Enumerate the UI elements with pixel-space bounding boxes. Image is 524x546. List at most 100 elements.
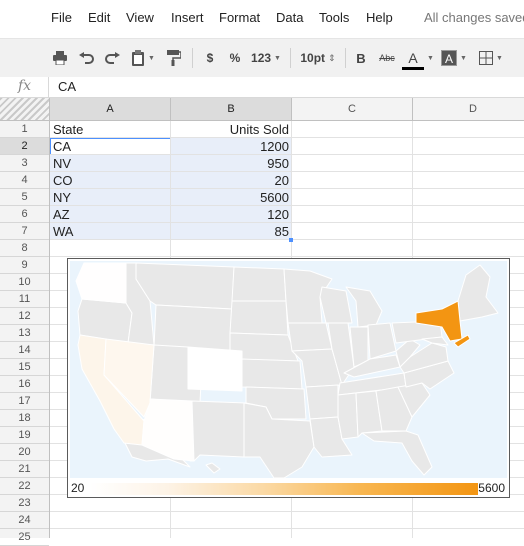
select-all-corner[interactable] (0, 98, 50, 120)
menu-help[interactable]: Help (366, 10, 393, 25)
strikethrough-button[interactable]: Abc (376, 49, 398, 67)
cell-b5[interactable]: 5600 (171, 189, 292, 206)
cell-b7[interactable]: 85 (171, 223, 292, 240)
borders-icon[interactable]: ▼ (476, 49, 506, 67)
cell-a4[interactable]: CO (50, 172, 171, 189)
row-header-6[interactable]: 6 (0, 206, 49, 223)
row-header-16[interactable]: 16 (0, 376, 49, 393)
row-header-18[interactable]: 18 (0, 410, 49, 427)
state-fl (361, 430, 433, 476)
paste-icon[interactable]: ▼ (128, 49, 158, 67)
row-header-3[interactable]: 3 (0, 155, 49, 172)
state-mt (135, 262, 235, 310)
legend-min-label: 20 (71, 481, 85, 495)
menu-file[interactable]: File (51, 10, 72, 25)
state-nd (231, 266, 287, 302)
state-ms (337, 392, 359, 440)
save-status: All changes saved (424, 10, 524, 25)
state-ks (241, 358, 303, 390)
text-color-swatch (402, 67, 425, 70)
state-new-england (457, 264, 499, 322)
row-header-14[interactable]: 14 (0, 342, 49, 359)
row-header-21[interactable]: 21 (0, 461, 49, 478)
font-size-select[interactable]: 10pt ⇕ (298, 49, 338, 67)
currency-button[interactable]: $ (203, 49, 217, 67)
menu-tools[interactable]: Tools (319, 10, 349, 25)
state-ar (305, 384, 339, 420)
row-headers: 1 2 3 4 5 6 7 8 9 10 11 12 13 14 15 16 17 18 19 20 21 22 23 24 2… (0, 121, 50, 546)
cell-b6[interactable]: 120 (171, 206, 292, 223)
row-header-12[interactable]: 12 (0, 308, 49, 325)
state-oh (367, 322, 397, 360)
row-header-7[interactable]: 7 (0, 223, 49, 240)
column-header-a[interactable]: A (50, 98, 171, 120)
menu-bar: File Edit View Insert Format Data Tools … (0, 0, 524, 38)
legend-max-label: 5600 (478, 481, 505, 495)
row-header-4[interactable]: 4 (0, 172, 49, 189)
column-header-b[interactable]: B (171, 98, 292, 120)
cell-a5[interactable]: NY (50, 189, 171, 206)
state-co (187, 346, 243, 392)
text-color-button[interactable]: A ▼ (402, 49, 434, 70)
formula-input[interactable]: CA (58, 79, 76, 94)
highlight-color-button[interactable]: A ▼ (438, 49, 470, 67)
text-color-letter: A (408, 50, 418, 66)
redo-icon[interactable] (103, 49, 121, 67)
state-nm (189, 400, 247, 462)
menu-data[interactable]: Data (276, 10, 303, 25)
paint-format-icon[interactable] (165, 49, 183, 67)
row-header-9[interactable]: 9 (0, 257, 49, 274)
print-icon[interactable] (51, 49, 69, 67)
state-wy (153, 304, 233, 352)
row-header-10[interactable]: 10 (0, 274, 49, 291)
usa-map-svg (75, 262, 499, 478)
document-title-fragment (60, 0, 190, 3)
percent-button[interactable]: % (228, 49, 242, 67)
state-sd (229, 300, 289, 336)
row-header-20[interactable]: 20 (0, 444, 49, 461)
fx-icon: fx (18, 78, 32, 94)
toolbar: ▼ $ % 123 ▼ 10pt ⇕ B Abc A ▼ A ▼ ▼ (0, 38, 524, 78)
cell-a6[interactable]: AZ (50, 206, 171, 223)
color-legend: 20 5600 (70, 480, 507, 496)
column-header-d[interactable]: D (413, 98, 524, 120)
cell-a3[interactable]: NV (50, 155, 171, 172)
menu-format[interactable]: Format (219, 10, 260, 25)
row-header-11[interactable]: 11 (0, 291, 49, 308)
number-format-button[interactable]: 123 ▼ (250, 49, 282, 67)
row-header-2[interactable]: 2 (0, 138, 49, 155)
fill-handle[interactable] (289, 238, 293, 242)
menu-insert[interactable]: Insert (171, 10, 204, 25)
menu-view[interactable]: View (126, 10, 154, 25)
state-hi (205, 462, 221, 474)
row-header-24[interactable]: 24 (0, 512, 49, 529)
geo-chart[interactable]: 20 5600 (67, 258, 510, 498)
bold-button[interactable]: B (354, 49, 368, 67)
row-header-17[interactable]: 17 (0, 393, 49, 410)
cell-b4[interactable]: 20 (171, 172, 292, 189)
cell-b2[interactable]: 1200 (171, 138, 292, 155)
state-nj-md (421, 336, 449, 346)
cell-b3[interactable]: 950 (171, 155, 292, 172)
usa-map (70, 261, 507, 478)
cell-a7[interactable]: WA (50, 223, 171, 240)
state-ia (287, 322, 333, 352)
row-header-23[interactable]: 23 (0, 495, 49, 512)
state-wi (319, 286, 353, 324)
cell-a2[interactable]: CA (50, 138, 171, 155)
column-headers: A B C D (0, 98, 524, 121)
row-header-19[interactable]: 19 (0, 427, 49, 444)
row-header-5[interactable]: 5 (0, 189, 49, 206)
column-header-c[interactable]: C (292, 98, 413, 120)
highlight-letter: A (441, 50, 458, 66)
menu-edit[interactable]: Edit (88, 10, 110, 25)
row-header-8[interactable]: 8 (0, 240, 49, 257)
undo-icon[interactable] (78, 49, 96, 67)
row-header-1[interactable]: 1 (0, 121, 49, 138)
cell-b1[interactable]: Units Sold (171, 121, 292, 138)
cell-a1[interactable]: State (50, 121, 171, 138)
row-header-22[interactable]: 22 (0, 478, 49, 495)
row-header-15[interactable]: 15 (0, 359, 49, 376)
state-wa (75, 262, 127, 304)
row-header-13[interactable]: 13 (0, 325, 49, 342)
